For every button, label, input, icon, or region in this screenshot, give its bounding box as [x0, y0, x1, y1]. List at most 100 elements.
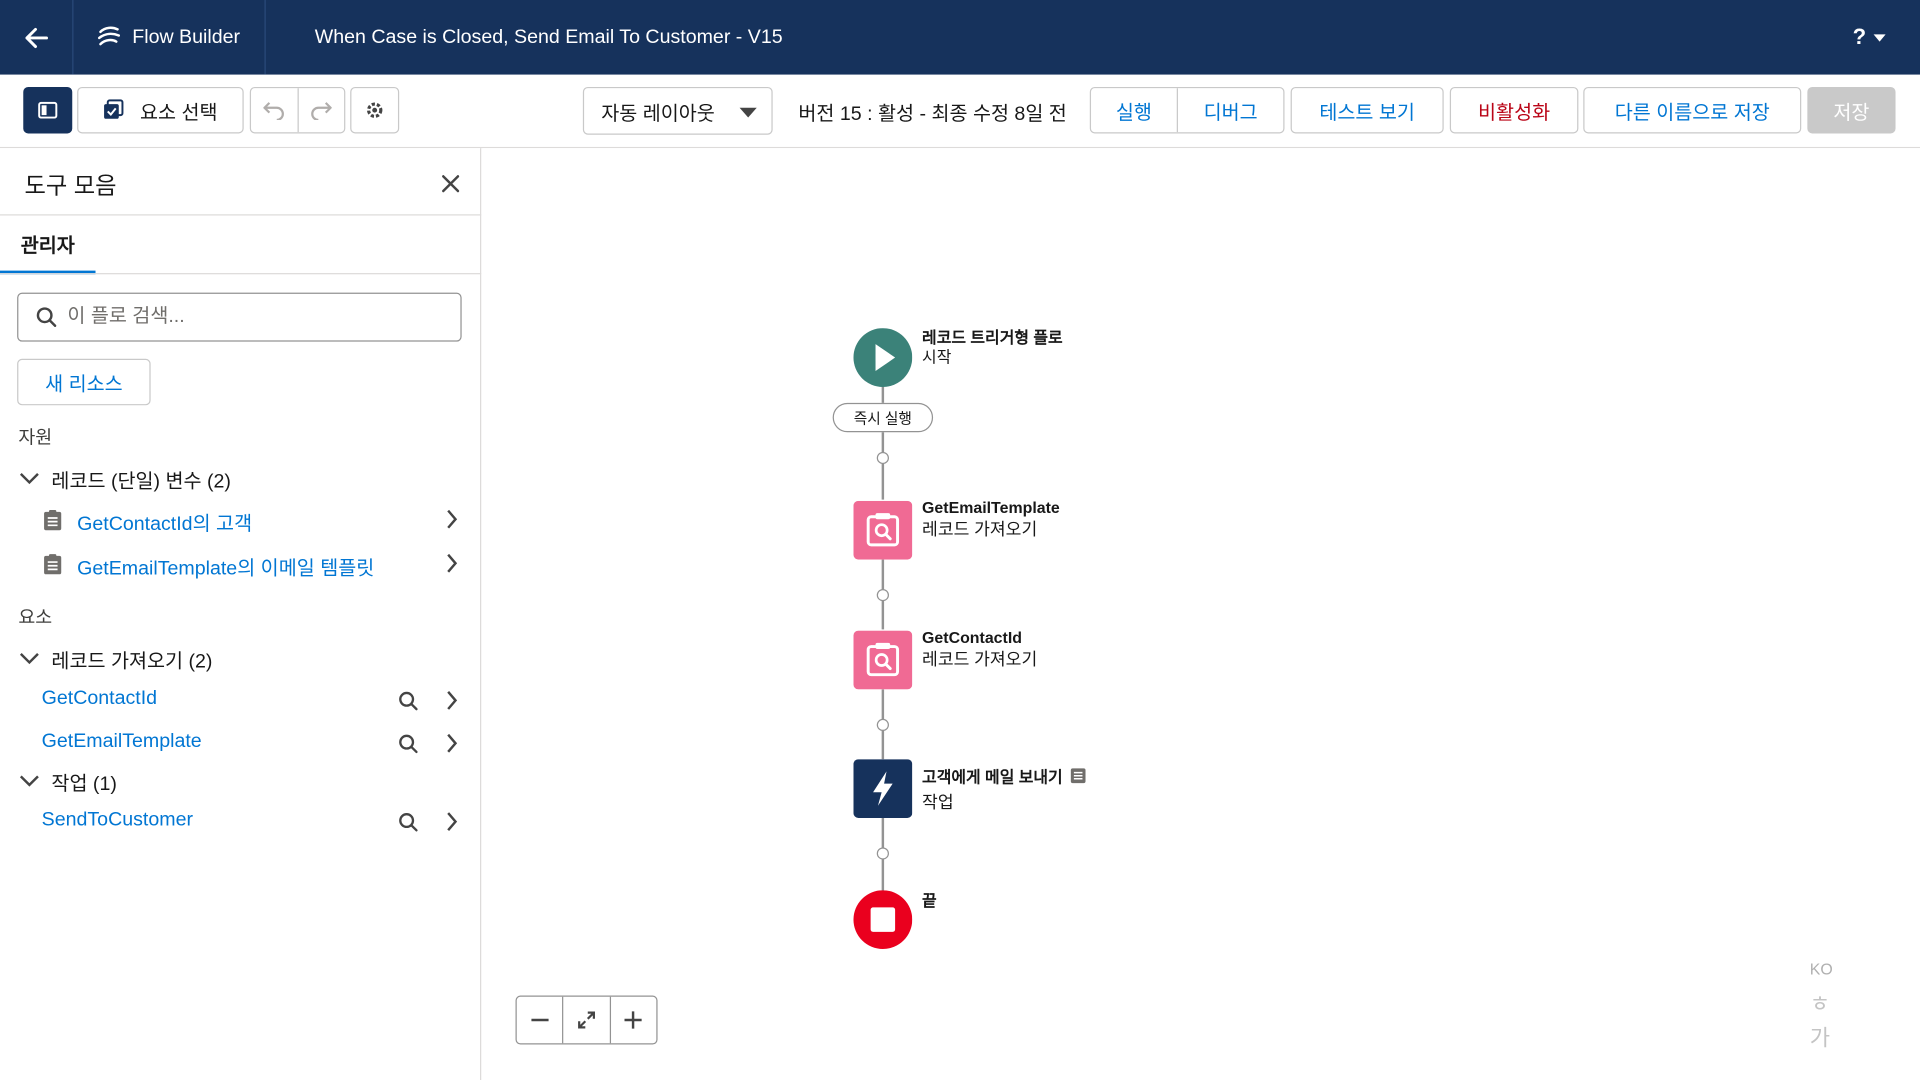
node-title: GetContactId [922, 628, 1022, 647]
back-arrow-icon [24, 27, 48, 48]
search-icon[interactable] [398, 691, 419, 712]
undo-redo-group [249, 86, 346, 134]
run-button[interactable]: 실행 [1091, 88, 1177, 132]
node-title: 고객에게 메일 보내기 [922, 767, 1063, 787]
minus-icon [531, 1018, 549, 1022]
select-elements-button[interactable]: 요소 선택 [77, 86, 244, 134]
chevron-down-icon [1873, 33, 1886, 42]
toggle-toolbox-button[interactable] [23, 86, 73, 134]
toolbox-panel: 도구 모음 관리자 새 리소스 자원 레코드 (단일) 변수 (2) [0, 148, 482, 1080]
list-item[interactable]: GetContactId [0, 682, 480, 719]
chevron-down-icon [19, 775, 39, 787]
ime-indicator[interactable]: KO ㅎ 가 [1805, 943, 1839, 1075]
tab-manager[interactable]: 관리자 [0, 216, 96, 275]
get-records-group-toggle[interactable]: 레코드 가져오기 (2) [19, 644, 213, 673]
new-resource-button[interactable]: 새 리소스 [17, 358, 151, 406]
chevron-right-icon [447, 509, 458, 529]
description-icon[interactable] [1070, 768, 1086, 784]
search-input[interactable] [67, 306, 435, 329]
stop-icon [853, 890, 913, 949]
node-subtitle: 작업 [922, 792, 954, 812]
add-element-point[interactable] [876, 451, 889, 465]
deactivate-button[interactable]: 비활성화 [1449, 86, 1579, 134]
layout-select[interactable]: 자동 레이아웃 [582, 86, 773, 135]
run-debug-group: 실행 디버그 [1089, 86, 1285, 134]
zoom-out-button[interactable] [517, 997, 563, 1044]
record-variable-icon [44, 510, 62, 531]
add-element-point[interactable] [876, 718, 889, 732]
back-button[interactable] [0, 0, 74, 75]
settings-button[interactable] [350, 86, 400, 134]
view-tests-button[interactable]: 테스트 보기 [1290, 86, 1444, 134]
flow-canvas[interactable] [482, 148, 1920, 1080]
chevron-right-icon [447, 553, 458, 573]
redo-button[interactable] [297, 88, 345, 133]
connector [881, 385, 885, 403]
record-vars-group-label: 레코드 (단일) 변수 (2) [51, 471, 231, 493]
actions-group-toggle[interactable]: 작업 (1) [19, 767, 117, 796]
search-icon[interactable] [398, 812, 419, 833]
list-item-label: GetEmailTemplate [41, 731, 202, 752]
brand-name: Flow Builder [132, 26, 241, 48]
toolbox-title: 도구 모음 [24, 173, 117, 200]
get-contact-id-node[interactable] [853, 630, 913, 690]
panel-icon [38, 101, 58, 119]
chevron-right-icon [447, 812, 458, 832]
list-item[interactable]: GetEmailTemplate의 이메일 템플릿 [0, 545, 480, 582]
get-records-group-label: 레코드 가져오기 (2) [51, 651, 213, 673]
plus-icon [624, 1011, 643, 1029]
send-email-action-node[interactable] [853, 759, 913, 818]
help-icon: ? [1852, 24, 1867, 49]
connector [881, 432, 885, 500]
list-item-label: GetContactId의 고객 [77, 514, 253, 536]
elements-section-label: 요소 [18, 607, 53, 629]
record-vars-group-toggle[interactable]: 레코드 (단일) 변수 (2) [19, 464, 231, 493]
redo-icon [311, 102, 333, 121]
list-item-label: GetContactId [41, 688, 158, 709]
undo-icon [263, 102, 284, 121]
end-node-title: 끝 [922, 891, 937, 910]
chevron-right-icon [447, 733, 458, 753]
list-item[interactable]: GetContactId의 고객 [0, 501, 480, 538]
node-title: GetEmailTemplate [922, 498, 1060, 517]
start-node[interactable] [853, 328, 913, 387]
list-item[interactable]: GetEmailTemplate [0, 725, 480, 762]
toolbar: 요소 선택 자동 레이아웃 버전 15 : 활성 - 최종 수정 8일 전 실행… [0, 74, 1920, 149]
version-status: 버전 15 : 활성 - 최종 수정 8일 전 [798, 104, 1067, 125]
actions-group-label: 작업 (1) [51, 773, 117, 795]
fit-view-button[interactable] [562, 996, 609, 1044]
list-item[interactable]: SendToCustomer [0, 803, 480, 840]
run-immediately-path[interactable]: 즉시 실행 [832, 402, 934, 433]
record-variable-icon [44, 554, 62, 575]
search-icon [36, 307, 57, 327]
search-field[interactable] [17, 292, 462, 342]
add-element-point[interactable] [876, 588, 889, 602]
select-elements-label: 요소 선택 [139, 102, 218, 124]
gear-icon [366, 102, 383, 118]
get-records-icon [853, 630, 913, 690]
ime-glyph: ㅎ [1809, 991, 1831, 1017]
layout-select-value: 자동 레이아웃 [601, 103, 715, 125]
ime-glyph: 가 [1809, 1026, 1831, 1051]
save-as-button[interactable]: 다른 이름으로 저장 [1583, 86, 1802, 134]
get-records-icon [853, 500, 913, 560]
get-email-template-node[interactable] [853, 500, 913, 560]
undo-button[interactable] [251, 88, 298, 132]
add-element-point[interactable] [876, 847, 889, 860]
expand-icon [578, 1011, 595, 1029]
debug-button[interactable]: 디버그 [1176, 88, 1283, 133]
list-item-label: GetEmailTemplate의 이메일 템플릿 [77, 558, 375, 580]
end-node[interactable] [853, 890, 913, 949]
divider [0, 273, 482, 275]
zoom-controls [515, 995, 658, 1045]
node-title-row: 고객에게 메일 보내기 [922, 764, 1086, 787]
app-header: Flow Builder When Case is Closed, Send E… [0, 0, 1920, 75]
zoom-in-button[interactable] [609, 996, 656, 1044]
help-menu[interactable]: ? [1853, 24, 1886, 50]
save-button[interactable]: 저장 [1807, 86, 1896, 134]
search-icon[interactable] [398, 733, 419, 754]
close-icon[interactable] [440, 173, 462, 195]
node-subtitle: 레코드 가져오기 [922, 648, 1038, 669]
select-icon [104, 99, 124, 119]
list-item-label: SendToCustomer [41, 809, 194, 831]
